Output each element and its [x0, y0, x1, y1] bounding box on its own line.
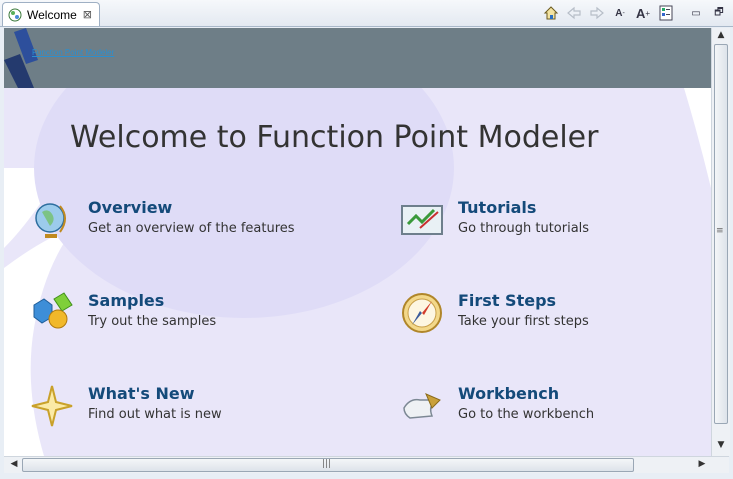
- vertical-scrollbar[interactable]: ▲ ≡ ▼: [711, 28, 730, 456]
- shapes-icon: [33, 292, 73, 329]
- globe-icon: [35, 203, 66, 238]
- scroll-up-icon[interactable]: ▲: [713, 30, 729, 40]
- workbench-heading: Workbench: [458, 384, 560, 403]
- whats-new-heading: What's New: [88, 384, 195, 403]
- horizontal-grip-icon: |||: [322, 459, 332, 469]
- tab-label: Welcome: [27, 7, 77, 22]
- tutorials-link[interactable]: Tutorials Go through tutorials: [400, 198, 589, 244]
- workbench-link[interactable]: Workbench Go to the workbench: [400, 384, 594, 430]
- overview-heading: Overview: [88, 198, 173, 217]
- welcome-page: Function Point Modeler Welcome to Functi…: [4, 28, 711, 456]
- tutorial-board-icon: [401, 205, 443, 235]
- logo-text[interactable]: Function Point Modeler: [32, 48, 114, 57]
- welcome-toolbar: A- A + ▭ 🗗: [538, 4, 729, 22]
- forward-arrow-icon[interactable]: [587, 4, 607, 22]
- font-decrease-icon[interactable]: A-: [610, 4, 630, 22]
- font-increase-icon[interactable]: A +: [633, 4, 653, 22]
- welcome-icon: [8, 8, 22, 21]
- tutorials-heading: Tutorials: [458, 198, 537, 217]
- first-steps-heading: First Steps: [458, 291, 557, 310]
- back-arrow-icon[interactable]: [564, 4, 584, 22]
- tutorials-description: Go through tutorials: [458, 221, 590, 236]
- workbench-icon: [403, 393, 441, 419]
- page-title: Welcome to Function Point Modeler: [70, 120, 599, 155]
- samples-description: Try out the samples: [88, 314, 217, 329]
- customize-page-icon[interactable]: [656, 4, 676, 22]
- scroll-right-icon[interactable]: ▶: [694, 459, 710, 469]
- banner: Function Point Modeler: [4, 28, 711, 88]
- minimize-icon[interactable]: ▭: [686, 4, 706, 22]
- first-steps-description: Take your first steps: [458, 314, 589, 329]
- tab-welcome[interactable]: Welcome ⊠: [2, 2, 100, 26]
- first-steps-link[interactable]: First Steps Take your first steps: [400, 291, 589, 337]
- whats-new-link[interactable]: What's New Find out what is new: [30, 384, 222, 430]
- star-icon: [31, 385, 73, 427]
- workbench-description: Go to the workbench: [458, 407, 595, 422]
- whats-new-description: Find out what is new: [88, 407, 222, 422]
- scroll-left-icon[interactable]: ◀: [6, 459, 22, 469]
- close-icon[interactable]: ⊠: [83, 8, 92, 21]
- horizontal-scrollbar[interactable]: ◀ ||| ▶: [4, 456, 729, 473]
- maximize-icon[interactable]: 🗗: [709, 4, 729, 22]
- home-icon[interactable]: [541, 4, 561, 22]
- vertical-grip-icon: ≡: [716, 226, 724, 236]
- compass-icon: [402, 293, 442, 333]
- editor-tab-bar: Welcome ⊠ A- A + ▭ 🗗: [0, 0, 733, 27]
- overview-link[interactable]: Overview Get an overview of the features: [30, 198, 295, 244]
- overview-description: Get an overview of the features: [88, 221, 295, 236]
- product-logo: [4, 28, 38, 88]
- samples-link[interactable]: Samples Try out the samples: [30, 291, 216, 337]
- scroll-down-icon[interactable]: ▼: [713, 440, 729, 450]
- samples-heading: Samples: [88, 291, 165, 310]
